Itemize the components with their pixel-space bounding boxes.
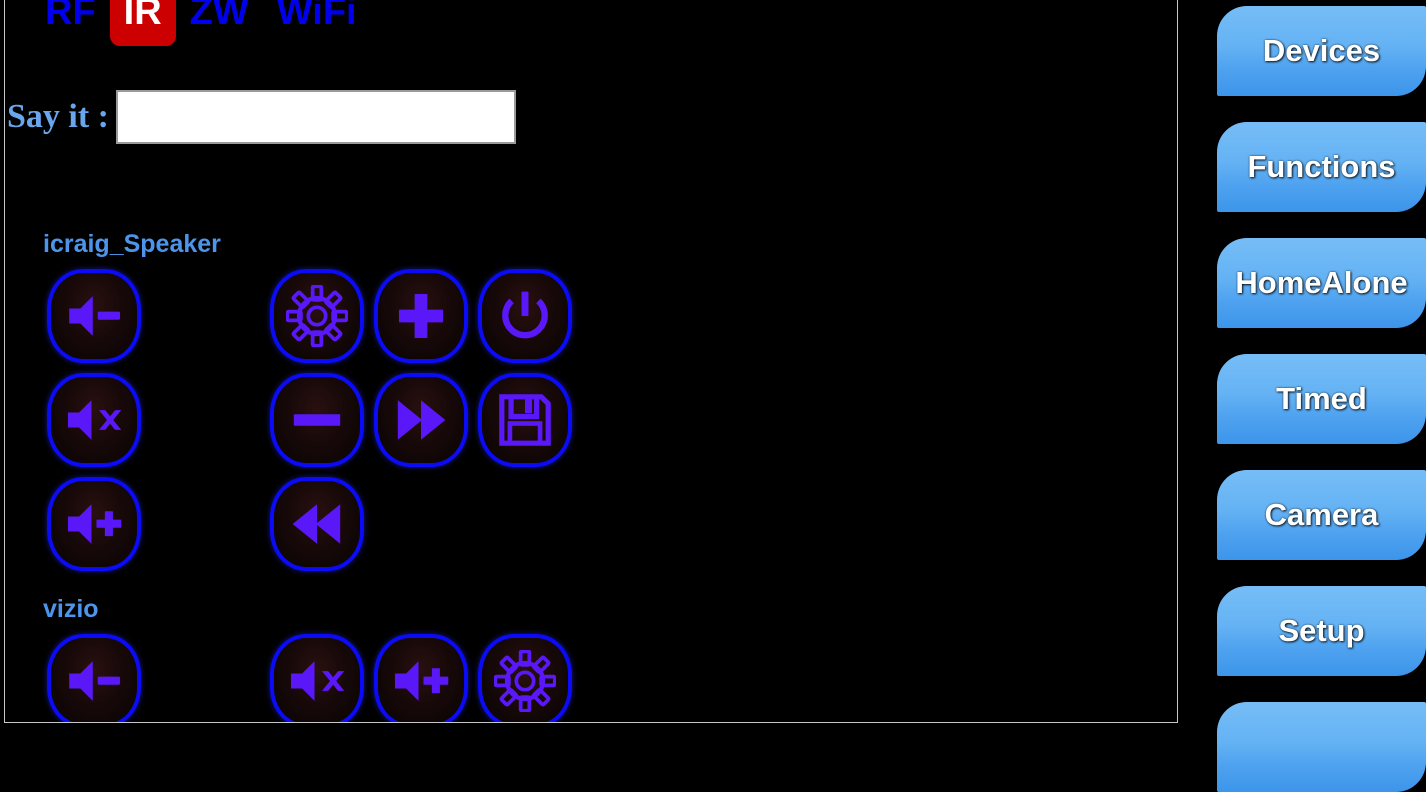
fast-forward-button[interactable]	[374, 373, 468, 467]
sidebar-button-label: Devices	[1262, 33, 1381, 68]
volume-down-button[interactable]	[47, 634, 141, 722]
volume-mute-button[interactable]	[270, 634, 364, 722]
sidebar-button-functions[interactable]: Functions	[1217, 122, 1426, 212]
device-section: icraig_Speaker	[5, 216, 1177, 581]
sidebar-button-item-7[interactable]	[1217, 702, 1426, 792]
main-content-panel: RF IR ZW WiFi Say it : icraig_Speakervizio	[4, 0, 1178, 723]
device-button-grid	[5, 269, 605, 581]
plus-icon	[392, 287, 450, 345]
save-button[interactable]	[478, 373, 572, 467]
volume-up-button[interactable]	[47, 477, 141, 571]
sidebar-button-homealone[interactable]: HomeAlone	[1217, 238, 1426, 328]
device-button-grid	[5, 634, 605, 722]
gear-icon	[494, 650, 556, 712]
tab-wifi[interactable]: WiFi	[263, 0, 371, 46]
rewind-button[interactable]	[270, 477, 364, 571]
device-name-label: vizio	[43, 595, 99, 623]
sidebar-button-label: Timed	[1276, 381, 1367, 416]
plus-button[interactable]	[374, 269, 468, 363]
sidebar-button-camera[interactable]: Camera	[1217, 470, 1426, 560]
volume-up-button[interactable]	[374, 634, 468, 722]
gear-icon	[286, 285, 348, 347]
tab-rf[interactable]: RF	[31, 0, 110, 46]
volume-mute-icon	[286, 650, 348, 712]
tab-zw[interactable]: ZW	[176, 0, 263, 46]
rewind-icon	[288, 495, 346, 553]
gear-button[interactable]	[478, 634, 572, 722]
volume-up-icon	[390, 650, 452, 712]
say-it-label: Say it :	[7, 98, 109, 135]
power-icon	[496, 287, 554, 345]
fast-forward-icon	[392, 391, 450, 449]
device-section: vizio	[5, 581, 1177, 722]
tab-ir[interactable]: IR	[109, 0, 176, 46]
save-icon	[496, 391, 554, 449]
volume-up-icon	[63, 493, 125, 555]
sidebar-button-setup[interactable]: Setup	[1217, 586, 1426, 676]
minus-button[interactable]	[270, 373, 364, 467]
volume-down-button[interactable]	[47, 269, 141, 363]
protocol-tab-row: RF IR ZW WiFi	[31, 0, 371, 46]
sidebar-button-label: Functions	[1247, 149, 1396, 184]
say-it-input[interactable]	[116, 90, 516, 144]
right-sidebar: Devices Functions HomeAlone Timed Camera Setu…	[1179, 0, 1426, 792]
volume-down-icon	[63, 650, 125, 712]
volume-down-icon	[63, 285, 125, 347]
sidebar-button-timed[interactable]: Timed	[1217, 354, 1426, 444]
gear-button[interactable]	[270, 269, 364, 363]
sidebar-button-devices[interactable]: Devices	[1217, 6, 1426, 96]
say-it-row: Say it :	[7, 90, 516, 144]
sidebar-button-label: Setup	[1278, 613, 1365, 648]
device-list: icraig_Speakervizio	[5, 216, 1177, 722]
sidebar-button-label: Camera	[1264, 497, 1379, 532]
device-name-label: icraig_Speaker	[43, 230, 221, 258]
sidebar-button-label: HomeAlone	[1235, 265, 1408, 300]
minus-icon	[288, 391, 346, 449]
power-button[interactable]	[478, 269, 572, 363]
volume-mute-icon	[63, 389, 125, 451]
volume-mute-button[interactable]	[47, 373, 141, 467]
